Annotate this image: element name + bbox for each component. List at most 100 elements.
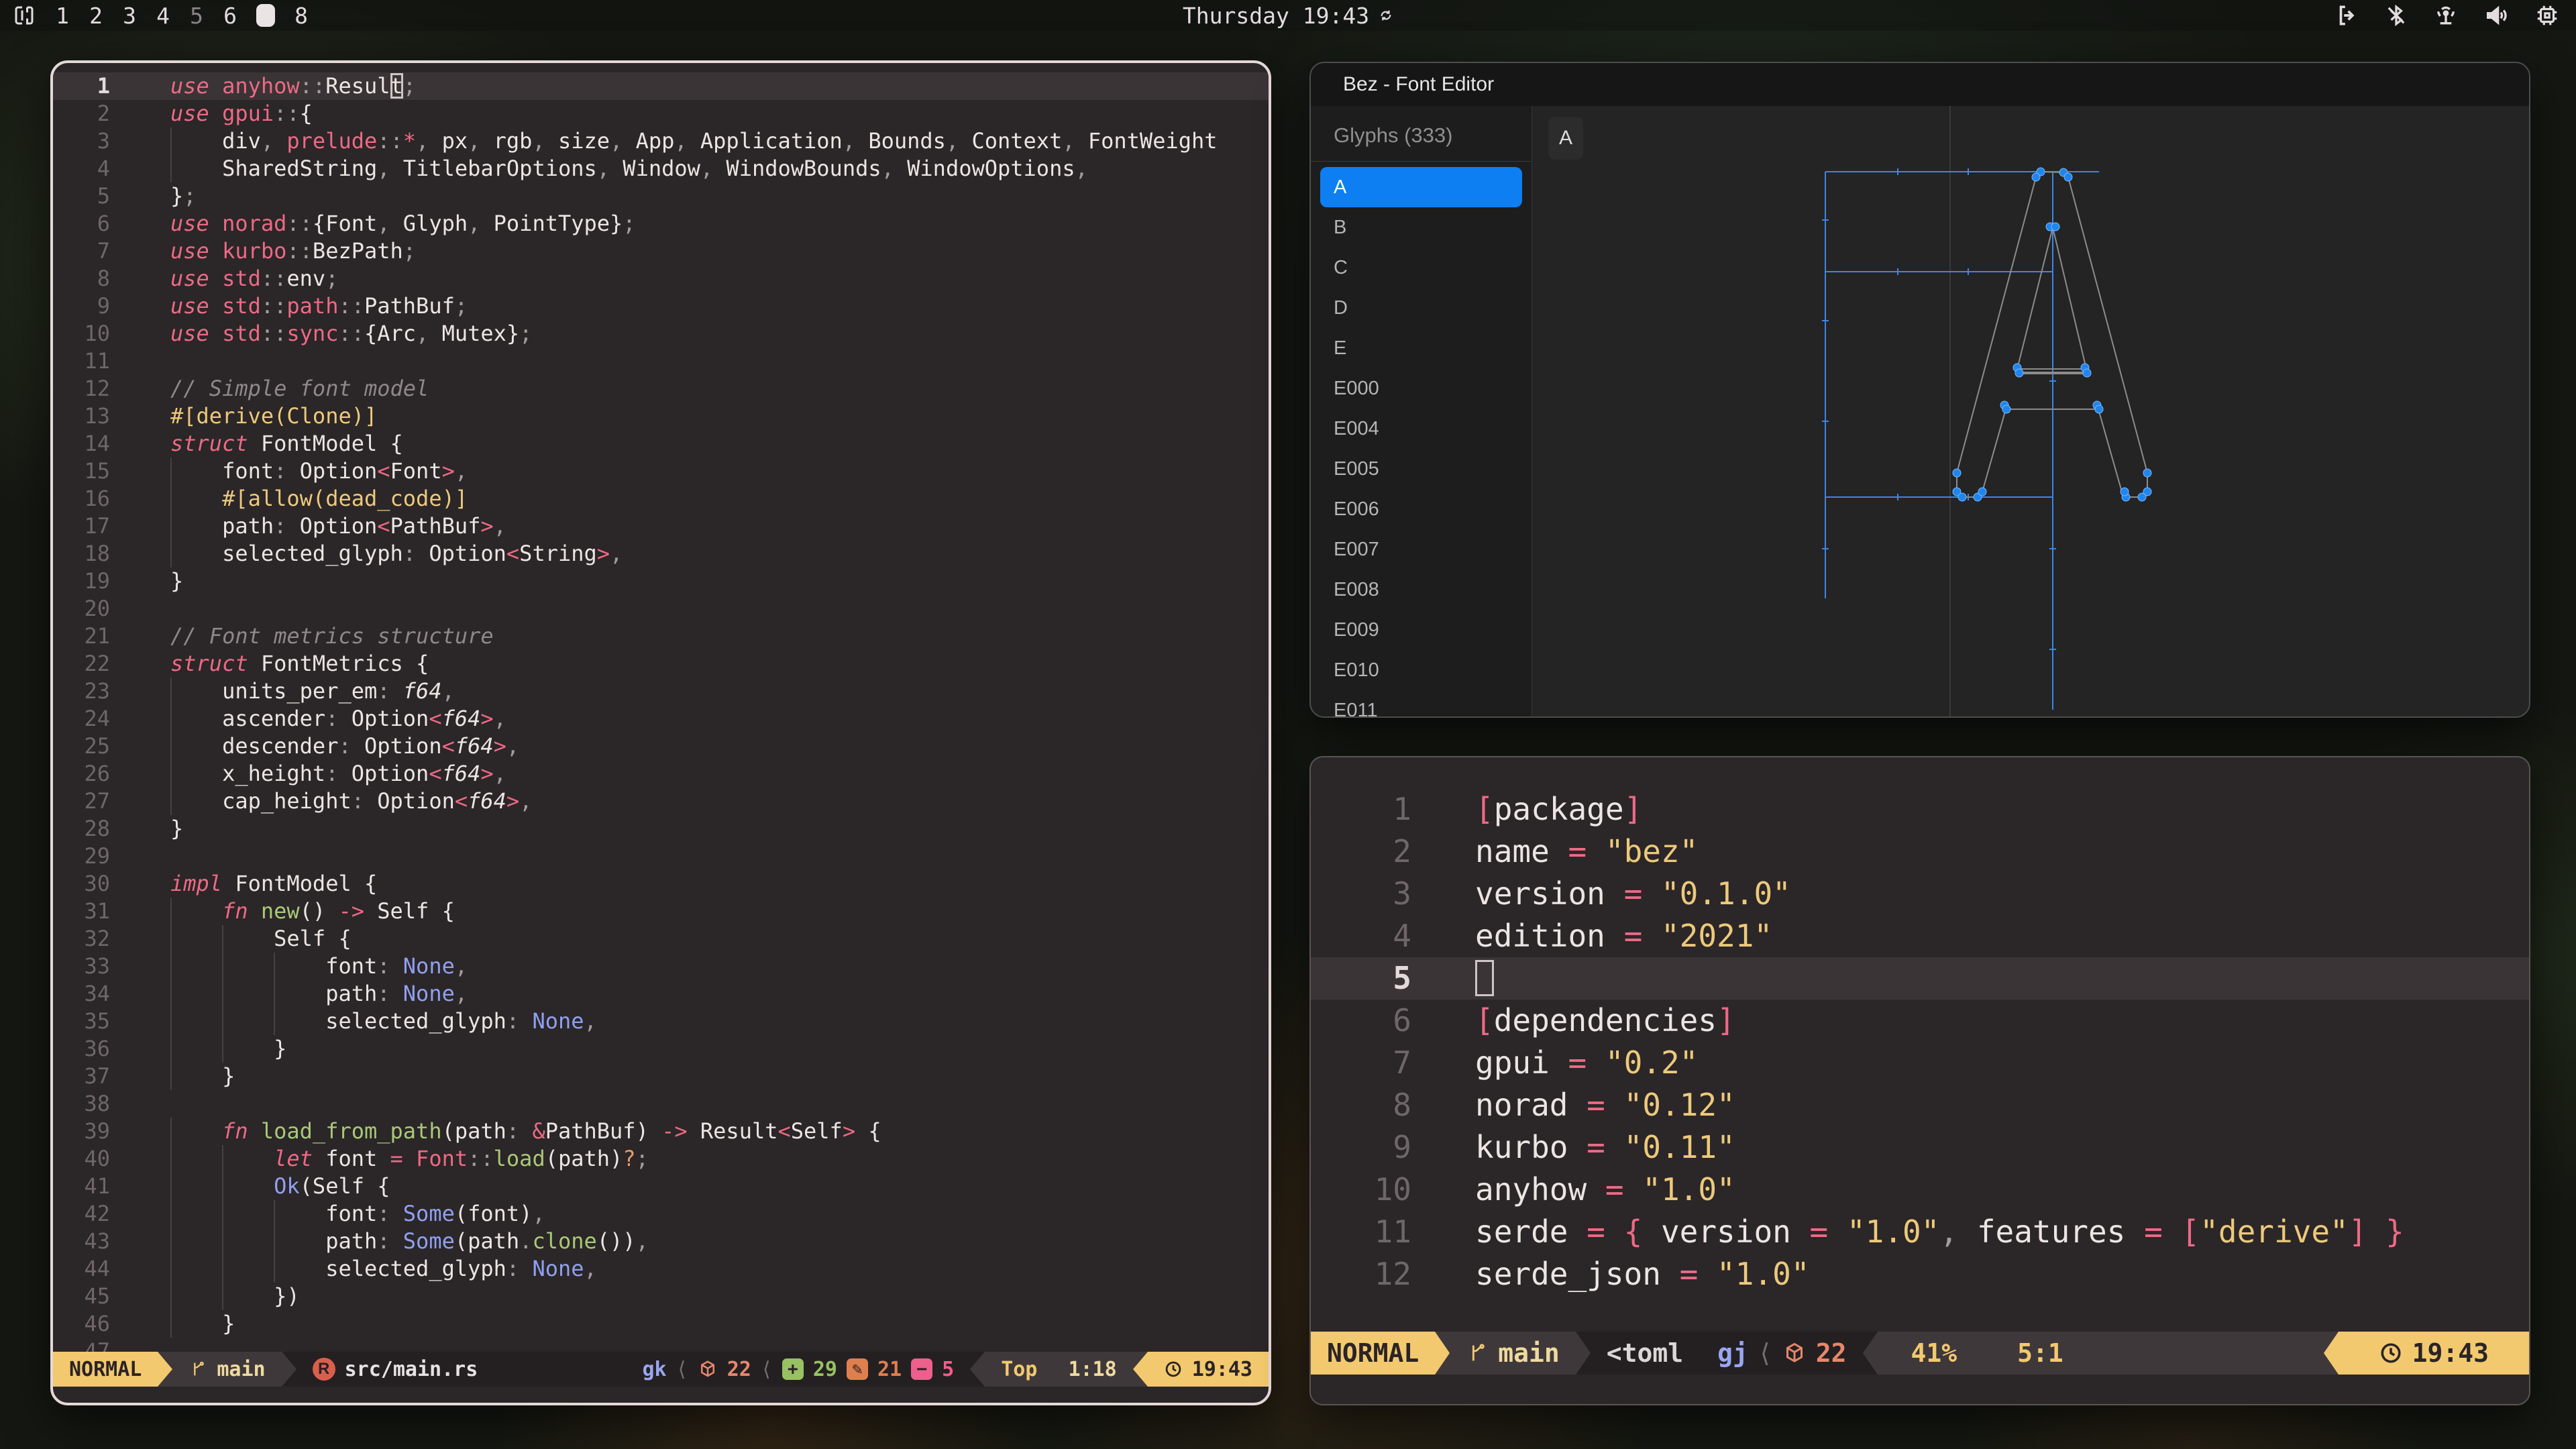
indent-guide bbox=[170, 1118, 172, 1145]
code-text: fn load_from_path(path: &PathBuf) -> Res… bbox=[170, 1118, 881, 1144]
workspace-8[interactable]: 8 bbox=[294, 3, 309, 29]
indent-guide bbox=[170, 980, 172, 1008]
indent-guide bbox=[274, 1008, 275, 1035]
code-area-rust[interactable]: 1use anyhow::Result;2use gpui::{3 div, p… bbox=[53, 63, 1269, 1352]
glyph-list-item[interactable]: E009 bbox=[1311, 610, 1532, 650]
indent-guide bbox=[170, 760, 172, 788]
line-number: 35 bbox=[53, 1008, 110, 1035]
workspace-1[interactable]: 1 bbox=[55, 3, 70, 29]
code-text: // Simple font model bbox=[170, 376, 429, 401]
line-number: 19 bbox=[53, 568, 110, 595]
package-icon bbox=[698, 1359, 718, 1379]
bluetooth-off-icon[interactable] bbox=[2384, 3, 2408, 28]
glyph-list-item[interactable]: E006 bbox=[1311, 489, 1532, 529]
editor-window-rust[interactable]: 1use anyhow::Result;2use gpui::{3 div, p… bbox=[50, 60, 1271, 1405]
glyph-list-item[interactable]: D bbox=[1311, 288, 1532, 328]
glyph-list-item[interactable]: C bbox=[1311, 248, 1532, 288]
code-text: selected_glyph: None, bbox=[170, 1008, 597, 1034]
cpu-icon[interactable] bbox=[2534, 3, 2560, 28]
code-line: 13#[derive(Clone)] bbox=[53, 402, 1269, 430]
code-text: impl FontModel { bbox=[170, 871, 377, 896]
glyph-list-item[interactable]: A bbox=[1320, 167, 1522, 207]
line-number: 40 bbox=[53, 1145, 110, 1173]
glyph-list-item[interactable]: E007 bbox=[1311, 529, 1532, 570]
line-number: 46 bbox=[53, 1310, 110, 1338]
indent-guide bbox=[170, 1035, 172, 1063]
glyph-canvas[interactable]: A bbox=[1532, 106, 2529, 716]
indent-guide bbox=[170, 1310, 172, 1338]
gap bbox=[1046, 1358, 1059, 1381]
font-editor-body: Glyphs (333) ABCDEE000E004E005E006E007E0… bbox=[1311, 106, 2529, 716]
workspace-3[interactable]: 3 bbox=[122, 3, 137, 29]
indent-guide bbox=[170, 1200, 172, 1228]
refresh-icon[interactable] bbox=[1379, 8, 1393, 23]
code-text: let font = Font::load(path)?; bbox=[170, 1146, 649, 1171]
code-line: 5}; bbox=[53, 182, 1269, 210]
font-editor-window[interactable]: Bez - Font Editor Glyphs (333) ABCDEE000… bbox=[1309, 62, 2530, 718]
cursor: t bbox=[390, 73, 403, 99]
code-text: use anyhow::Result; bbox=[170, 73, 416, 99]
cursor bbox=[1475, 960, 1494, 996]
filetype-label: <toml bbox=[1607, 1338, 1683, 1368]
indent-guide bbox=[170, 513, 172, 540]
glyph-list-item[interactable]: E011 bbox=[1311, 690, 1532, 716]
workspace-4[interactable]: 4 bbox=[156, 3, 170, 29]
code-text: SharedString, TitlebarOptions, Window, W… bbox=[170, 156, 1088, 181]
code-text bbox=[1475, 960, 1494, 996]
package-icon bbox=[1782, 1341, 1807, 1365]
logout-icon[interactable] bbox=[2334, 3, 2360, 28]
line-number: 39 bbox=[53, 1118, 110, 1145]
workspace-7[interactable] bbox=[256, 4, 275, 27]
code-text: [package] bbox=[1475, 791, 1642, 827]
glyph-list-item[interactable]: E bbox=[1311, 328, 1532, 368]
volume-icon[interactable] bbox=[2483, 2, 2510, 29]
code-area-toml[interactable]: 1[package]2name = "bez"3version = "0.1.0… bbox=[1311, 757, 2529, 1332]
indent-guide bbox=[222, 1283, 223, 1310]
line-number: 34 bbox=[53, 980, 110, 1008]
chevron-separator-icon: ⟨ bbox=[761, 1358, 773, 1381]
glyph-list-item[interactable]: E008 bbox=[1311, 570, 1532, 610]
indent-guide bbox=[274, 1200, 275, 1228]
pending-keys: gj bbox=[1717, 1338, 1748, 1368]
time-segment: 19:43 bbox=[1148, 1352, 1269, 1387]
code-line: 5 bbox=[1311, 957, 2529, 1000]
workspace-list: 123456 8 bbox=[55, 3, 309, 29]
indent-guide bbox=[170, 155, 172, 182]
editor-window-toml[interactable]: 1[package]2name = "bez"3version = "0.1.0… bbox=[1309, 756, 2530, 1405]
glyph-list-item[interactable]: E000 bbox=[1311, 368, 1532, 409]
network-icon[interactable] bbox=[2432, 2, 2459, 29]
code-line: 42 font: Some(font), bbox=[53, 1200, 1269, 1228]
glyph-list-item[interactable]: E010 bbox=[1311, 650, 1532, 690]
window-manager-icon[interactable] bbox=[12, 3, 36, 28]
code-text: kurbo = "0.11" bbox=[1475, 1129, 1735, 1165]
code-line: 17 path: Option<PathBuf>, bbox=[53, 513, 1269, 540]
workspace-2[interactable]: 2 bbox=[89, 3, 103, 29]
indent-guide bbox=[222, 1228, 223, 1255]
indent-guide bbox=[222, 1173, 223, 1200]
code-line: 7gpui = "0.2" bbox=[1311, 1042, 2529, 1084]
powerline-separator bbox=[1863, 1332, 1878, 1375]
powerline-separator bbox=[970, 1352, 985, 1387]
code-text: struct FontMetrics { bbox=[170, 651, 429, 676]
code-line: 11serde = { version = "1.0", features = … bbox=[1311, 1211, 2529, 1253]
lines-added: 29 bbox=[813, 1358, 837, 1381]
glyph-list-item[interactable]: B bbox=[1311, 207, 1532, 248]
glyph-list-item[interactable]: E004 bbox=[1311, 409, 1532, 449]
glyph-list-item[interactable]: E005 bbox=[1311, 449, 1532, 489]
glyph-list[interactable]: ABCDEE000E004E005E006E007E008E009E010E01… bbox=[1311, 162, 1532, 716]
lines-removed: 5 bbox=[942, 1358, 954, 1381]
code-line: 14struct FontModel { bbox=[53, 430, 1269, 458]
desktop: { "colors":{"accent_blue":"#0d7ff2","sta… bbox=[0, 0, 2576, 1449]
position-segment: Top 1:18 bbox=[985, 1352, 1133, 1387]
code-line: 2use gpui::{ bbox=[53, 100, 1269, 127]
clock-label: Thursday 19:43 bbox=[1183, 3, 1369, 29]
indent-guide bbox=[170, 678, 172, 705]
line-number: 32 bbox=[53, 925, 110, 953]
code-line: 8use std::env; bbox=[53, 265, 1269, 292]
workspace-5[interactable]: 5 bbox=[189, 3, 204, 29]
code-line: 19} bbox=[53, 568, 1269, 595]
code-line: 6use norad::{Font, Glyph, PointType}; bbox=[53, 210, 1269, 237]
indent-guide bbox=[170, 1255, 172, 1283]
workspace-6[interactable]: 6 bbox=[223, 3, 237, 29]
code-line: 28} bbox=[53, 815, 1269, 843]
